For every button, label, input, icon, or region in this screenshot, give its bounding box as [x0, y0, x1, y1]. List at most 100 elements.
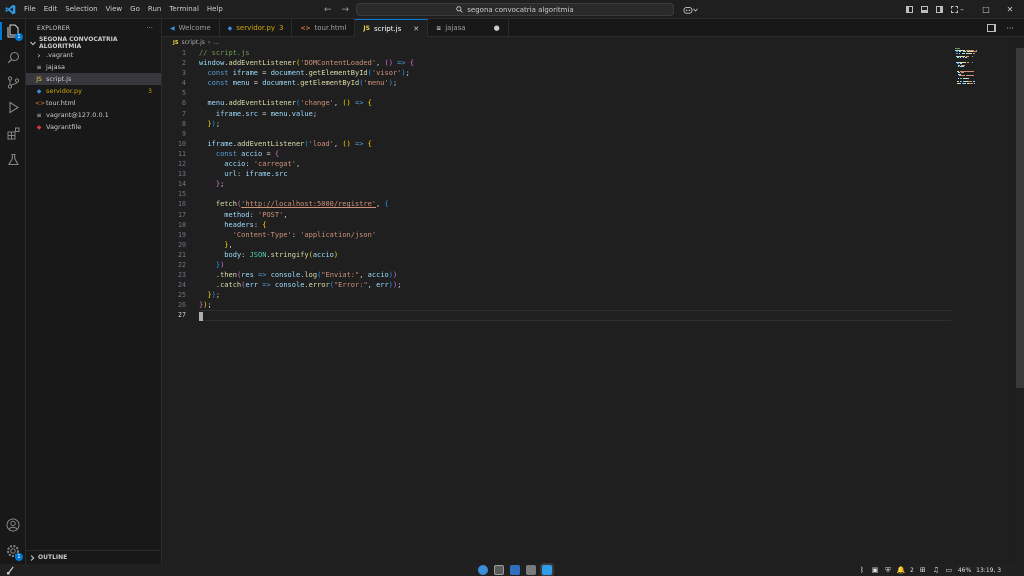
files-app-icon[interactable] — [526, 565, 536, 575]
menu-item-terminal[interactable]: Terminal — [165, 0, 203, 19]
copilot-icon[interactable] — [683, 2, 698, 17]
testing-icon[interactable] — [5, 151, 21, 167]
accounts-icon[interactable] — [5, 517, 21, 533]
workspace-root[interactable]: SEGONA CONVOCATRIA ALGORITMIA — [26, 36, 161, 50]
code-line[interactable]: 'Content-Type': 'application/json' — [199, 230, 999, 240]
file-tree-item[interactable]: JS script.js — [26, 73, 161, 85]
source-control-icon[interactable] — [5, 74, 21, 90]
bluetooth-icon[interactable]: ᛒ — [858, 566, 866, 574]
clock[interactable]: 13:19, 3 — [976, 567, 1001, 574]
file-tree-item[interactable]: ◆ Vagrantfile — [26, 121, 161, 133]
split-editor-icon[interactable] — [987, 24, 997, 32]
code-line[interactable] — [199, 129, 999, 139]
menu-item-help[interactable]: Help — [203, 0, 227, 19]
shield-icon[interactable]: ⛨ — [884, 566, 892, 574]
code-token: iframe — [215, 109, 242, 118]
tab-jajasa[interactable]: ≡ jajasa ● — [428, 19, 509, 37]
vscode-app-icon[interactable] — [542, 565, 552, 575]
code-token: accio — [224, 160, 246, 169]
toggle-secondary-sidebar-icon[interactable] — [936, 6, 943, 13]
code-line[interactable]: method: 'POST', — [199, 210, 999, 220]
code-line[interactable]: }); — [199, 119, 999, 129]
menu-item-file[interactable]: File — [20, 0, 40, 19]
search-view-icon[interactable] — [5, 49, 21, 65]
network-icon[interactable]: ⊞ — [919, 566, 927, 574]
minimize-button[interactable]: – — [950, 5, 974, 14]
tab-script-js[interactable]: JS script.js ✕ — [355, 19, 429, 37]
close-icon[interactable]: ✕ — [413, 25, 419, 33]
code-line[interactable]: headers: { — [199, 220, 999, 230]
code-line[interactable]: }) — [199, 260, 999, 270]
menu-item-view[interactable]: View — [102, 0, 127, 19]
code-line[interactable]: fetch('http://localhost:5000/registre', … — [199, 199, 999, 209]
code-line[interactable] — [199, 310, 951, 321]
code-line[interactable]: body: JSON.stringify(accio) — [199, 250, 999, 260]
menu-item-selection[interactable]: Selection — [61, 0, 101, 19]
breadcrumb-file[interactable]: script.js — [181, 39, 204, 46]
code-line[interactable]: iframe.addEventListener('load', () => { — [199, 139, 999, 149]
file-tree-item[interactable]: ≡ vagrant@127.0.0.1 — [26, 109, 161, 121]
browser-app-icon[interactable] — [478, 565, 488, 575]
bell-icon[interactable]: 🔔 — [897, 566, 906, 574]
code-line[interactable]: accio: 'carregat', — [199, 159, 999, 169]
tab-tour-html[interactable]: <> tour.html — [292, 19, 356, 37]
code-line[interactable]: }); — [199, 300, 999, 310]
file-tree-item[interactable]: <> tour.html — [26, 97, 161, 109]
code-line[interactable]: .then(res => console.log("Enviat:", acci… — [199, 270, 999, 280]
toggle-primary-sidebar-icon[interactable] — [906, 6, 913, 13]
outline-section[interactable]: OUTLINE — [26, 550, 162, 564]
extensions-icon[interactable] — [5, 125, 21, 141]
code-token: src — [274, 170, 288, 179]
music-icon[interactable]: ♫ — [932, 566, 940, 574]
code-line[interactable]: .catch(err => console.error("Error:", er… — [199, 280, 999, 290]
maximize-button[interactable]: □ — [974, 5, 998, 14]
explorer-icon[interactable]: 1 — [5, 23, 23, 41]
battery-icon[interactable]: ▭ — [945, 566, 953, 574]
file-tree-item[interactable]: ◆ servidor.py 3 — [26, 85, 161, 97]
more-actions-icon[interactable]: ··· — [147, 25, 153, 32]
code-line[interactable]: url: iframe.src — [199, 169, 999, 179]
code-line[interactable]: // script.js — [199, 48, 999, 58]
code-line[interactable]: const accio = { — [199, 149, 999, 159]
store-app-icon[interactable] — [494, 565, 504, 575]
code-line[interactable]: const menu = document.getElementById('me… — [199, 78, 999, 88]
code-line[interactable]: }, — [199, 240, 999, 250]
code-line[interactable] — [199, 189, 999, 199]
more-actions-icon[interactable]: ··· — [1006, 24, 1014, 33]
code-line[interactable]: const iframe = document.getElementById('… — [199, 68, 999, 78]
code-token: headers — [224, 220, 254, 229]
vpn-icon[interactable]: ▣ — [871, 566, 879, 574]
close-button[interactable]: ✕ — [998, 5, 1022, 14]
mail-app-icon[interactable] — [510, 565, 520, 575]
gear-icon[interactable]: 1 — [5, 543, 23, 561]
run-debug-icon[interactable] — [5, 99, 21, 115]
file-tree-item[interactable]: ≡ jajasa — [26, 61, 161, 73]
unsaved-dot-icon[interactable]: ● — [494, 24, 500, 32]
code-line[interactable]: menu.addEventListener('change', () => { — [199, 98, 999, 108]
vertical-scrollbar[interactable] — [1015, 48, 1024, 564]
command-center-search[interactable]: segona convocatria algoritmia — [356, 3, 674, 16]
minimap[interactable] — [955, 48, 985, 88]
tab-welcome[interactable]: ◀ Welcome — [162, 19, 220, 37]
code-line[interactable]: }; — [199, 179, 999, 189]
scrollbar-thumb[interactable] — [1016, 48, 1024, 388]
back-arrow-icon[interactable]: ← — [324, 5, 332, 15]
menu-item-go[interactable]: Go — [126, 0, 144, 19]
code-line[interactable]: window.addEventListener('DOMContentLoade… — [199, 58, 999, 68]
minimap-line — [963, 66, 965, 67]
code-line[interactable]: }); — [199, 290, 999, 300]
forward-arrow-icon[interactable]: → — [342, 5, 350, 15]
code-area[interactable]: // script.js window.addEventListener('DOM… — [199, 48, 999, 321]
file-tree-item[interactable]: › .vagrant — [26, 49, 161, 61]
line-number: 7 — [182, 109, 186, 118]
code-line[interactable] — [199, 88, 999, 98]
breadcrumb-symbol[interactable]: ... — [213, 39, 219, 46]
code-editor[interactable]: 1 2 3 4 5 6 7 8 9 10 11 12 13 14 15 16 17 18 19 20 21 22 23 24 2… — [162, 48, 1012, 564]
code-token: "Error:" — [333, 281, 368, 290]
system-menu-icon[interactable] — [6, 566, 15, 576]
menu-item-edit[interactable]: Edit — [40, 0, 62, 19]
toggle-panel-icon[interactable] — [921, 6, 928, 13]
tab-servidor-py[interactable]: ◆ servidor.py 3 — [220, 19, 293, 37]
menu-item-run[interactable]: Run — [144, 0, 165, 19]
code-line[interactable]: iframe.src = menu.value; — [199, 109, 999, 119]
